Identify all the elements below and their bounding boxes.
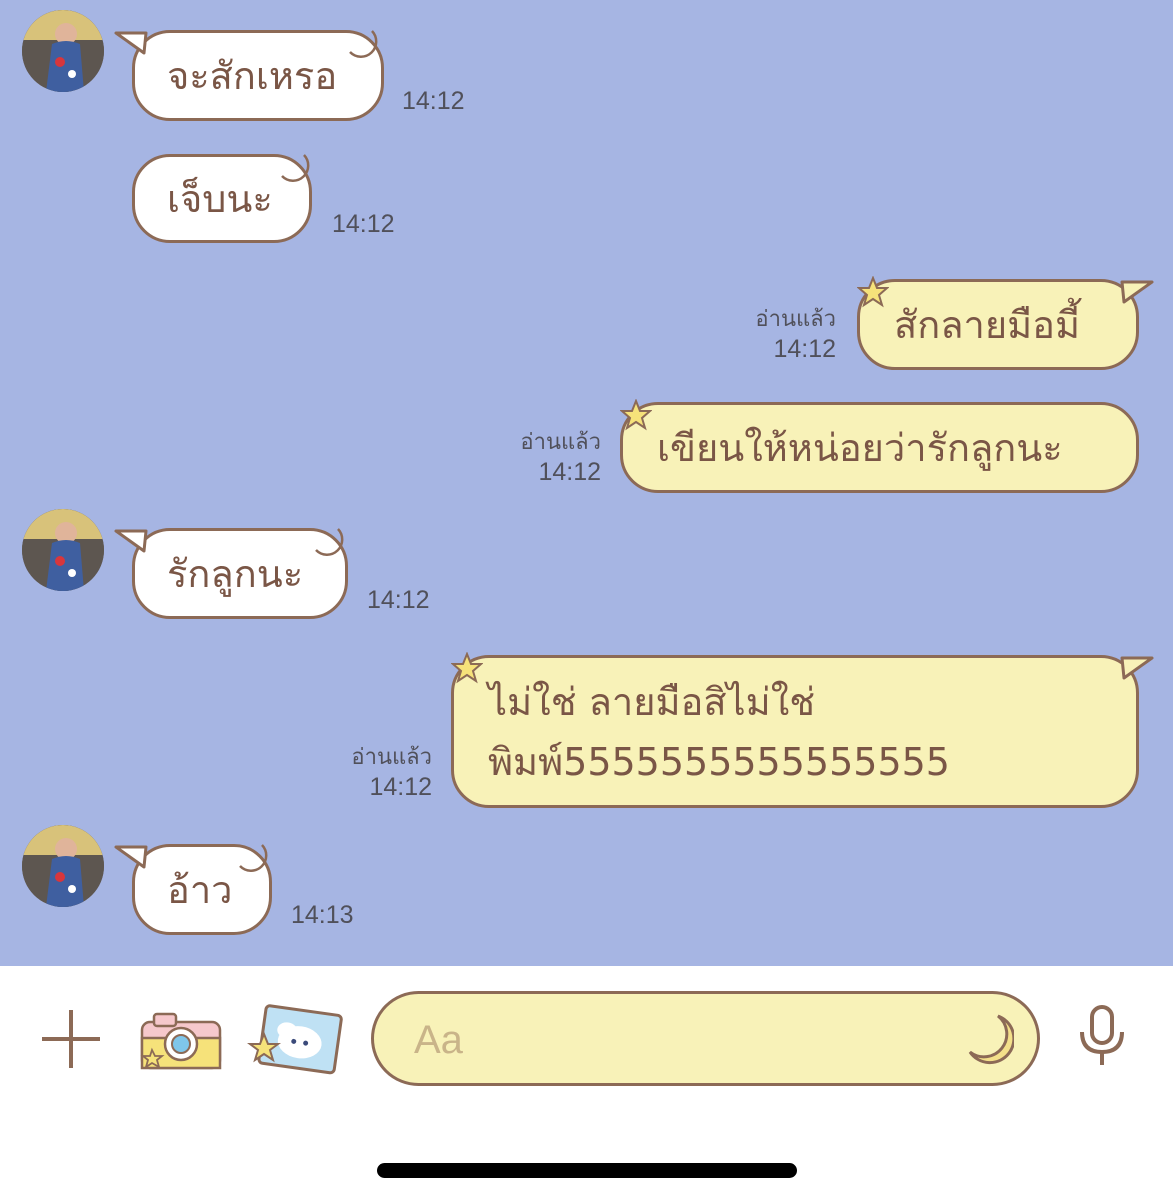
microphone-icon[interactable]: [1076, 1004, 1128, 1068]
star-icon: [620, 399, 652, 431]
moon-icon: [315, 528, 344, 556]
message-time: 14:12: [773, 335, 836, 363]
bubble-tail-icon: [114, 31, 148, 55]
message-text: เจ็บนะ: [167, 176, 273, 221]
message-meta: อ่านแล้ว 14:12: [351, 741, 432, 803]
contact-avatar[interactable]: [22, 825, 104, 907]
moon-icon: [239, 844, 268, 872]
message-time: 14:12: [367, 586, 430, 614]
chat-area[interactable]: จะสักเหรอ 14:12 เจ็บนะ 14:12 อ่านแล้ว 14…: [0, 0, 1173, 966]
moon-icon: [281, 154, 310, 182]
message-text: อ้าว: [167, 867, 233, 912]
moon-sticker-icon[interactable]: [964, 1012, 1014, 1068]
plus-icon[interactable]: [40, 1008, 102, 1070]
message-time: 14:12: [369, 773, 432, 801]
read-receipt: อ่านแล้ว: [351, 744, 432, 769]
home-indicator: [377, 1163, 797, 1178]
message-input-container[interactable]: [371, 991, 1040, 1086]
star-icon: [857, 276, 889, 308]
message-text: เขียนให้หน่อยว่ารักลูกนะ: [657, 425, 1063, 470]
message-bubble-outgoing[interactable]: เขียนให้หน่อยว่ารักลูกนะ: [620, 402, 1139, 493]
message-time: 14:13: [291, 901, 354, 929]
message-time: 14:12: [332, 210, 395, 238]
camera-icon[interactable]: [138, 1010, 224, 1072]
read-receipt: อ่านแล้ว: [520, 429, 601, 454]
message-meta: อ่านแล้ว 14:12: [520, 426, 601, 488]
message-time: 14:12: [402, 87, 465, 115]
message-bubble-outgoing[interactable]: สักลายมือมี้: [857, 279, 1139, 370]
message-text: รักลูกนะ: [167, 551, 304, 596]
contact-avatar[interactable]: [22, 10, 104, 92]
moon-icon: [349, 30, 378, 58]
message-time: 14:12: [538, 458, 601, 486]
bubble-tail-icon: [114, 845, 148, 869]
message-meta: อ่านแล้ว 14:12: [755, 303, 836, 365]
message-input[interactable]: [412, 1012, 936, 1068]
message-text: สักลายมือมี้: [894, 302, 1081, 347]
message-bubble-outgoing[interactable]: ไม่ใช่ ลายมือสิไม่ใช่ พิมพ์5555555555555…: [451, 655, 1139, 808]
bubble-tail-icon: [1120, 656, 1154, 680]
message-text: จะสักเหรอ: [167, 53, 338, 98]
read-receipt: อ่านแล้ว: [755, 306, 836, 331]
star-icon: [451, 652, 483, 684]
contact-avatar[interactable]: [22, 509, 104, 591]
message-text-line: พิมพ์5555555555555555: [488, 739, 950, 784]
bubble-tail-icon: [114, 529, 148, 553]
photo-icon[interactable]: [246, 1004, 344, 1076]
bubble-tail-icon: [1120, 280, 1154, 304]
message-text-line: ไม่ใช่ ลายมือสิไม่ใช่: [488, 679, 816, 724]
